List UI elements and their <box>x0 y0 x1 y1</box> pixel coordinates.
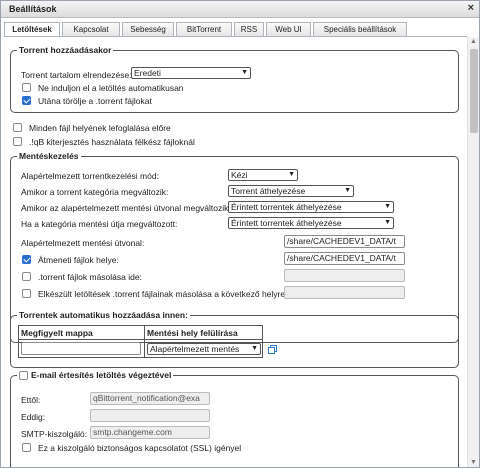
tab-bittorrent[interactable]: BitTorrent <box>176 22 232 36</box>
chevron-down-icon: ▼ <box>384 219 391 226</box>
temp-path-label: Átmeneti fájlok helye: <box>38 255 119 265</box>
no-autostart-checkbox[interactable] <box>22 83 31 92</box>
default-save-path-label: Alapértelmezett mentési útvonal: <box>21 238 145 248</box>
content-layout-label: Torrent tartalom elrendezése: <box>21 70 132 80</box>
copy-torrent-checkbox[interactable] <box>22 272 31 281</box>
chevron-down-icon: ▼ <box>344 187 351 194</box>
override-path-header: Mentési hely felülírása <box>144 325 263 340</box>
email-from-input[interactable]: qBittorrent_notification@exa <box>90 392 210 405</box>
category-changed-label: Amikor a torrent kategória megváltozik: <box>21 187 169 197</box>
delete-torrent-checkbox[interactable] <box>22 96 31 105</box>
close-icon[interactable]: × <box>468 2 474 14</box>
incomplete-ext-checkbox[interactable] <box>13 137 22 146</box>
email-legend: E-mail értesítés letöltés végeztével <box>17 370 173 381</box>
chevron-down-icon: ▼ <box>251 344 258 352</box>
torrent-mode-select[interactable]: Kézi ▼ <box>228 169 298 181</box>
category-path-changed-select[interactable]: Érintett torrentek áthelyezése ▼ <box>228 217 394 229</box>
incomplete-ext-label: .!qB kiterjesztés használata félkész fáj… <box>29 137 195 147</box>
scrollbar-thumb[interactable] <box>470 49 478 133</box>
copy-torrent-input[interactable] <box>284 269 405 282</box>
temp-path-input[interactable]: /share/CACHEDEV1_DATA/t <box>284 252 405 265</box>
preallocate-label: Minden fájl helyének lefoglalása előre <box>29 123 171 133</box>
no-autostart-label: Ne induljon el a letöltés automatikusan <box>38 83 184 93</box>
title-bar[interactable]: Beállítások × <box>1 1 479 18</box>
copy-torrent-label: .torrent fájlok másolása ide: <box>38 272 142 282</box>
temp-path-checkbox[interactable] <box>22 255 31 264</box>
default-path-changed-label: Amikor az alapértelmezett mentési útvona… <box>21 203 231 213</box>
settings-window: Beállítások × Letöltések Kapcsolat Sebes… <box>0 0 480 468</box>
default-save-path-input[interactable]: /share/CACHEDEV1_DATA/t <box>284 235 405 248</box>
table-row: Alapértelmezett mentés ▼ <box>18 339 263 358</box>
scroll-up-icon[interactable]: ▲ <box>470 38 477 45</box>
email-to-input[interactable] <box>90 409 210 422</box>
copy-finished-label: Elkészült letöltések .torrent fájlainak … <box>38 289 288 299</box>
downloads-panel: Torrent hozzáadásakor Torrent tartalom e… <box>4 37 465 467</box>
watched-folder-input[interactable] <box>21 341 141 355</box>
category-path-changed-label: Ha a kategória mentési útja megváltozott… <box>21 219 178 229</box>
ssl-label: Ez a kiszolgáló biztonságos kapcsolatot … <box>38 443 242 453</box>
email-legend-label: E-mail értesítés letöltés végeztével <box>31 370 172 380</box>
copy-finished-input[interactable] <box>284 286 405 299</box>
window-title: Beállítások <box>9 4 57 14</box>
tab-speed[interactable]: Sebesség <box>122 22 174 36</box>
copy-finished-checkbox[interactable] <box>22 289 31 298</box>
preallocate-checkbox[interactable] <box>13 123 22 132</box>
email-to-label: Eddig: <box>21 412 46 422</box>
ssl-checkbox[interactable] <box>22 443 31 452</box>
smtp-server-label: SMTP-kiszolgáló: <box>21 429 88 439</box>
content-layout-select[interactable]: Eredeti ▼ <box>131 67 251 79</box>
tab-connection[interactable]: Kapcsolat <box>62 22 120 36</box>
tab-rss[interactable]: RSS <box>234 22 264 36</box>
chevron-down-icon: ▼ <box>241 69 248 76</box>
default-path-changed-select[interactable]: Érintett torrentek áthelyezése ▼ <box>228 201 394 213</box>
chevron-down-icon: ▼ <box>288 171 295 178</box>
email-notification-checkbox[interactable] <box>19 371 28 381</box>
vertical-scrollbar[interactable]: ▲ ▼ <box>467 37 479 467</box>
smtp-server-input[interactable]: smtp.changeme.com <box>90 426 210 439</box>
tab-downloads[interactable]: Letöltések <box>4 22 60 37</box>
watched-folders-legend: Torrentek automatikus hozzáadása innen: <box>19 310 188 320</box>
scroll-down-icon[interactable]: ▼ <box>470 459 477 466</box>
email-from-label: Ettől: <box>21 395 41 405</box>
torrent-add-legend: Torrent hozzáadásakor <box>19 45 112 55</box>
watched-folder-header: Megfigyelt mappa <box>18 325 145 340</box>
saving-management-legend: Mentéskezelés <box>19 151 79 161</box>
category-changed-select[interactable]: Torrent áthelyezése ▼ <box>228 185 354 197</box>
tab-webui[interactable]: Web UI <box>266 22 311 36</box>
tab-advanced[interactable]: Speciális beállítások <box>313 22 407 36</box>
add-row-icon[interactable] <box>268 345 277 354</box>
override-path-select[interactable]: Alapértelmezett mentés ▼ <box>147 342 261 355</box>
delete-torrent-label: Utána törölje a .torrent fájlokat <box>38 96 152 106</box>
watched-folders-table: Megfigyelt mappa Mentési hely felülírása… <box>18 325 263 358</box>
torrent-mode-label: Alapértelmezett torrentkezelési mód: <box>21 171 159 181</box>
chevron-down-icon: ▼ <box>384 203 391 210</box>
